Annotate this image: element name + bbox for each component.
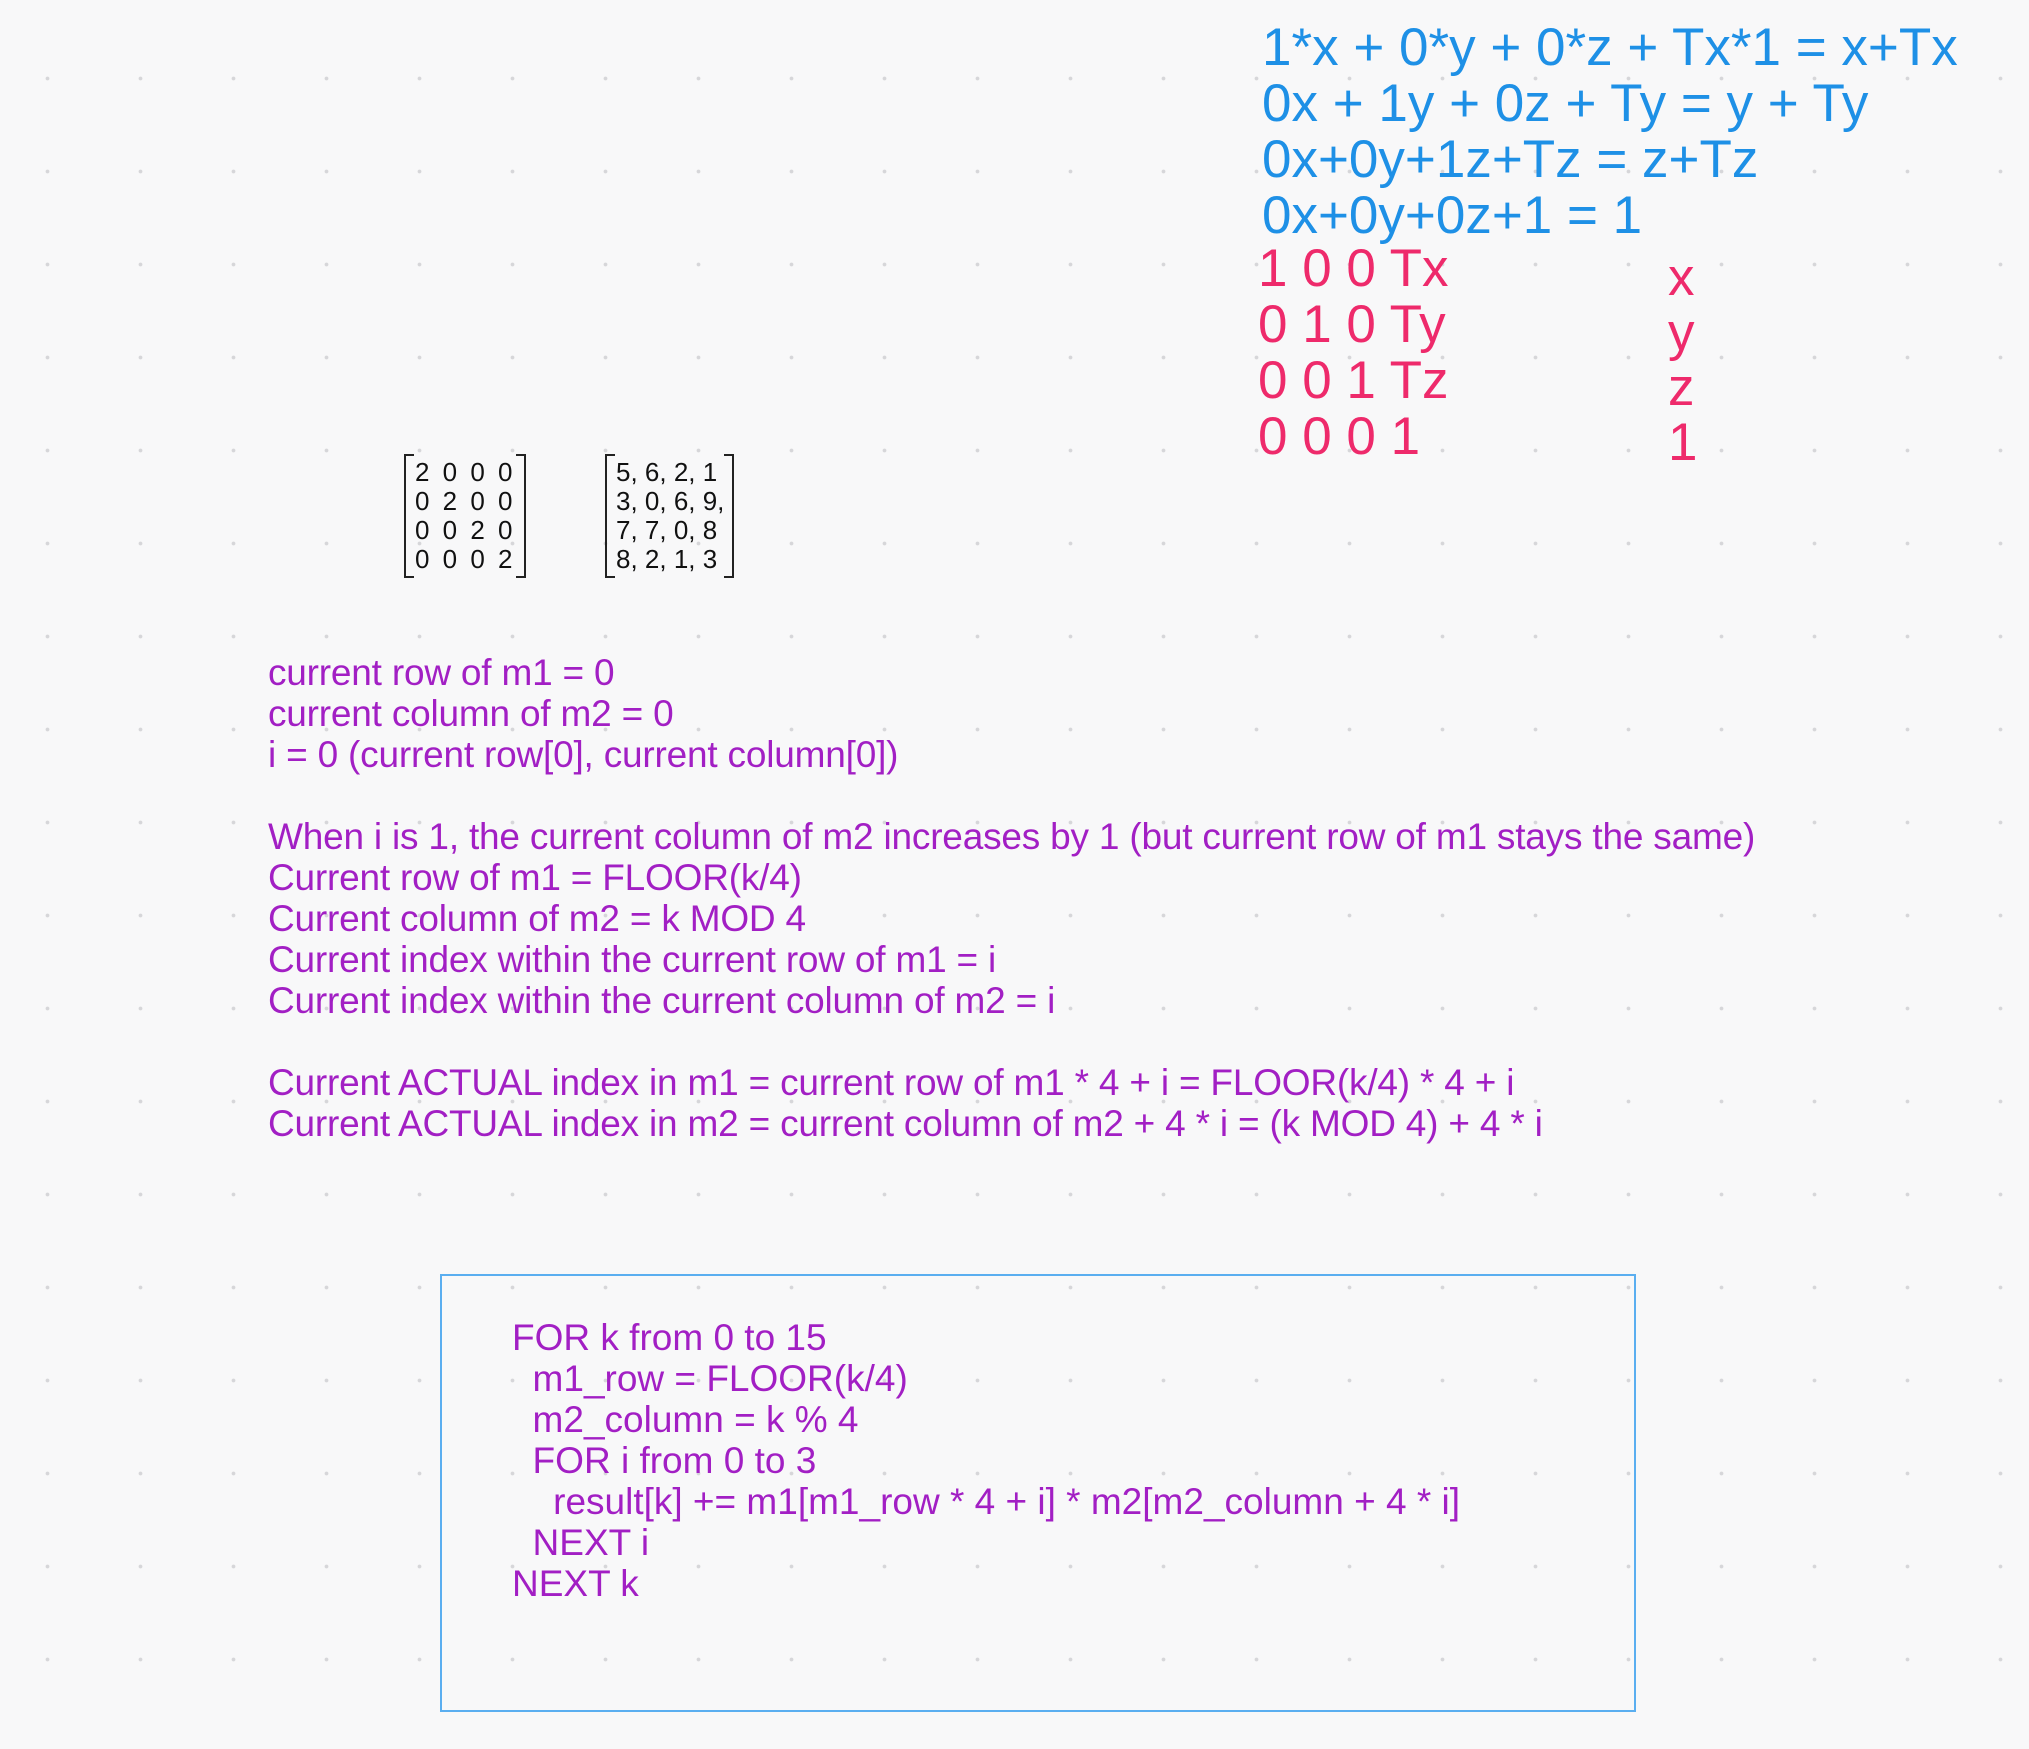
code-line: result[k] += m1[m1_row * 4 + i] * m2[m2_… [512,1481,1460,1522]
matrix-row: 0 1 0 Ty [1258,295,1446,354]
matrix-row: 0 0 0 1 [1258,407,1421,466]
matrix-m1-row: 2 0 0 0 [415,457,516,487]
equation-line: 0x+0y+1z+Tz = z+Tz [1262,130,1759,189]
note-line: current row of m1 = 0 [268,652,615,693]
matrix-m2-row: 5, 6, 2, 1 [616,457,718,487]
code-line: NEXT i [512,1522,650,1563]
blue-equations-text[interactable]: 1*x + 0*y + 0*z + Tx*1 = x+Tx 0x + 1y + … [1262,20,1958,244]
vector-entry: y [1668,303,1695,362]
code-line: FOR i from 0 to 3 [512,1440,817,1481]
equation-line: 0x + 1y + 0z + Ty = y + Ty [1262,74,1869,133]
note-line: Current column of m2 = k MOD 4 [268,898,806,939]
note-line: Current ACTUAL index in m1 = current row… [268,1062,1515,1103]
matrix-m1-row: 0 0 2 0 [415,515,516,545]
matrix-m2[interactable]: 5, 6, 2, 1 3, 0, 6, 9, 7, 7, 0, 8 8, 2, … [605,454,735,578]
matrix-row: 0 0 1 Tz [1258,351,1449,410]
note-line: Current index within the current row of … [268,939,997,980]
note-line: Current index within the current column … [268,980,1056,1021]
matrix-m2-row: 3, 0, 6, 9, [616,486,725,516]
note-line [268,1021,1755,1062]
note-line: i = 0 (current row[0], current column[0]… [268,734,899,775]
vector-entry: 1 [1668,413,1698,472]
translation-matrix-text[interactable]: 1 0 0 Tx 0 1 0 Ty 0 0 1 Tz 0 0 0 1 [1258,241,1449,465]
note-line [268,775,1755,816]
matrix-m2-row: 8, 2, 1, 3 [616,544,718,574]
equation-line: 1*x + 0*y + 0*z + Tx*1 = x+Tx [1262,18,1958,77]
matrix-m1[interactable]: 2 0 0 0 0 2 0 0 0 0 2 0 0 0 0 2 [404,454,526,578]
note-line: Current row of m1 = FLOOR(k/4) [268,857,802,898]
notes-text[interactable]: current row of m1 = 0 current column of … [268,652,1755,1144]
vector-text[interactable]: x y z 1 [1668,250,1697,470]
code-line: m1_row = FLOOR(k/4) [512,1358,908,1399]
vector-entry: x [1668,248,1695,307]
code-line: m2_column = k % 4 [512,1399,859,1440]
vector-entry: z [1668,358,1695,417]
equation-line: 0x+0y+0z+1 = 1 [1262,186,1643,245]
whiteboard-canvas[interactable]: 1*x + 0*y + 0*z + Tx*1 = x+Tx 0x + 1y + … [0,0,2029,1749]
code-line: FOR k from 0 to 15 [512,1317,827,1358]
matrix-m1-row: 0 0 0 2 [415,544,516,574]
matrix-m2-row: 7, 7, 0, 8 [616,515,718,545]
pseudocode-text[interactable]: FOR k from 0 to 15 m1_row = FLOOR(k/4) m… [512,1317,1460,1604]
matrix-m1-row: 0 2 0 0 [415,486,516,516]
note-line: current column of m2 = 0 [268,693,674,734]
note-line: When i is 1, the current column of m2 in… [268,816,1756,857]
note-line: Current ACTUAL index in m2 = current col… [268,1103,1543,1144]
matrix-row: 1 0 0 Tx [1258,239,1449,298]
code-line: NEXT k [512,1563,639,1604]
